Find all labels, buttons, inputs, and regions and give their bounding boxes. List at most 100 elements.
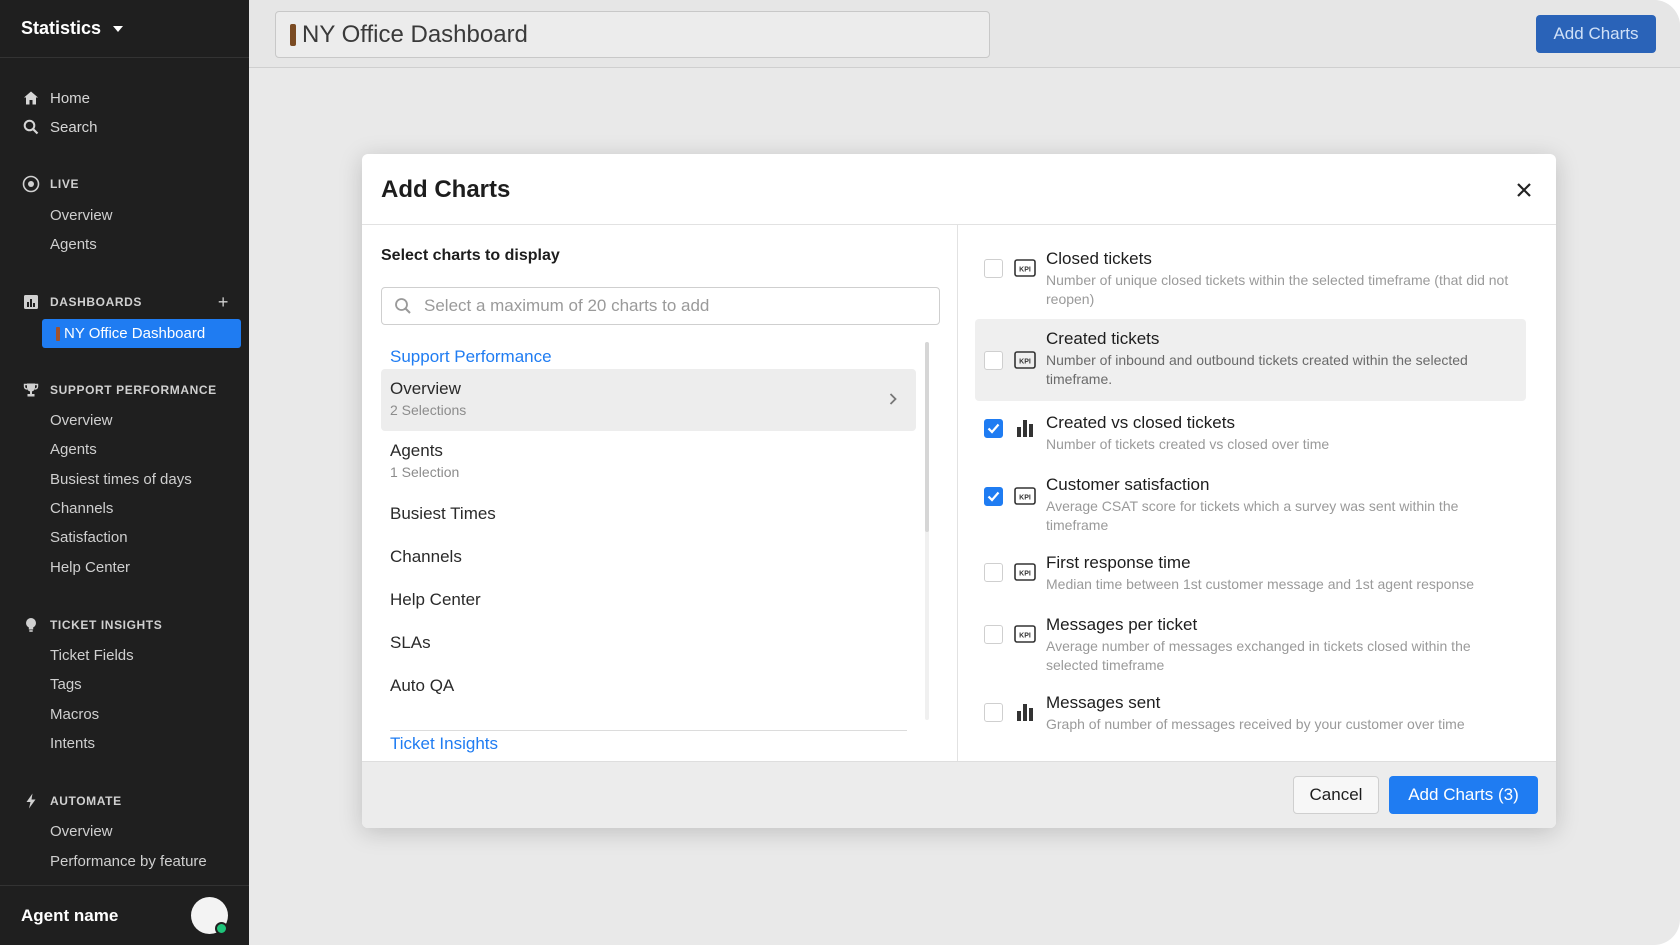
caret-down-icon <box>113 25 124 32</box>
sidebar-item-live-overview[interactable]: Overview <box>50 206 113 226</box>
cancel-button[interactable]: Cancel <box>1293 776 1379 814</box>
sidebar-item-au-overview[interactable]: Overview <box>50 822 113 842</box>
sidebar-item-au-performance-by-feature[interactable]: Performance by feature <box>50 852 207 872</box>
search-icon <box>22 118 40 136</box>
chart-description: Number of tickets created vs closed over… <box>1046 436 1330 452</box>
section-automate[interactable]: AUTOMATE <box>22 792 229 810</box>
chart-search-field[interactable] <box>381 287 940 325</box>
category-overview-selections: 2 Selections <box>390 402 467 418</box>
scrollbar-thumb[interactable] <box>925 342 929 532</box>
svg-text:KPI: KPI <box>1019 359 1031 366</box>
chart-search-input[interactable] <box>424 296 924 316</box>
svg-text:KPI: KPI <box>1019 571 1031 578</box>
lightning-icon <box>22 792 40 810</box>
checkbox-messages-sent[interactable] <box>984 703 1003 722</box>
add-charts-confirm-button[interactable]: Add Charts (3) <box>1389 776 1538 814</box>
sidebar-item-ti-macros[interactable]: Macros <box>50 705 99 725</box>
person-emoji-icon <box>56 326 60 341</box>
section-ticket-insights[interactable]: TICKET INSIGHTS <box>22 616 229 634</box>
sidebar-item-sp-overview[interactable]: Overview <box>50 411 113 431</box>
add-dashboard-plus-icon[interactable]: + <box>218 292 229 313</box>
section-support-performance-label: SUPPORT PERFORMANCE <box>50 383 217 397</box>
category-agents[interactable]: Agents 1 Selection <box>381 441 916 491</box>
category-overview-label: Overview <box>390 379 461 398</box>
bar-chart-icon <box>1014 703 1036 721</box>
sidebar-header[interactable]: Statistics <box>0 0 249 58</box>
checkbox-first-response-time[interactable] <box>984 563 1003 582</box>
live-icon <box>22 175 40 193</box>
chart-description: Median time between 1st customer message… <box>1046 576 1475 592</box>
category-auto-qa[interactable]: Auto QA <box>381 676 916 696</box>
chart-title: Messages sent <box>1046 693 1161 712</box>
sidebar-item-sp-help-center[interactable]: Help Center <box>50 558 130 578</box>
section-live[interactable]: LIVE <box>22 175 229 193</box>
section-dashboards[interactable]: DASHBOARDS + <box>22 292 229 313</box>
sidebar-item-ti-tags[interactable]: Tags <box>50 675 82 695</box>
chart-row-messages-per-ticket[interactable]: KPI Messages per ticket Average number o… <box>975 611 1526 675</box>
add-charts-button[interactable]: Add Charts <box>1536 15 1656 53</box>
agent-name: Agent name <box>21 905 119 925</box>
sidebar-item-sp-channels[interactable]: Channels <box>50 499 113 519</box>
sidebar-footer[interactable]: Agent name <box>0 885 249 945</box>
home-icon <box>22 89 40 107</box>
app-window: Statistics Home Search LIVE Overview Age… <box>0 0 1680 945</box>
checkbox-closed-tickets[interactable] <box>984 259 1003 278</box>
sidebar-item-sp-busiest-times[interactable]: Busiest times of days <box>50 470 192 490</box>
close-icon[interactable] <box>1512 178 1536 202</box>
dashboard-icon <box>22 293 40 311</box>
section-ticket-insights-label: TICKET INSIGHTS <box>50 618 163 632</box>
sidebar-item-ny-office-dashboard[interactable]: NY Office Dashboard <box>42 319 241 348</box>
kpi-icon: KPI <box>1014 487 1036 505</box>
chart-title: Messages per ticket <box>1046 615 1198 634</box>
category-agents-selections: 1 Selection <box>390 464 460 480</box>
checkbox-created-tickets[interactable] <box>984 351 1003 370</box>
sidebar-item-sp-satisfaction[interactable]: Satisfaction <box>50 528 128 548</box>
chart-description: Number of inbound and outbound tickets c… <box>1046 352 1468 387</box>
sidebar-item-sp-agents[interactable]: Agents <box>50 440 97 460</box>
checkmark-icon <box>987 491 1000 502</box>
chart-title: Created tickets <box>1046 329 1160 348</box>
sidebar-title: Statistics <box>21 18 102 38</box>
category-overview[interactable]: Overview 2 Selections <box>381 369 916 431</box>
nav-search[interactable]: Search <box>22 117 98 137</box>
sidebar-item-ti-intents[interactable]: Intents <box>50 734 95 754</box>
section-automate-label: AUTOMATE <box>50 794 122 808</box>
modal-header: Add Charts <box>362 154 1556 225</box>
category-help-center[interactable]: Help Center <box>381 590 916 610</box>
checkbox-customer-satisfaction[interactable] <box>984 487 1003 506</box>
lightbulb-icon <box>22 616 40 634</box>
category-busiest-times[interactable]: Busiest Times <box>381 504 916 524</box>
dashboard-title-input[interactable]: NY Office Dashboard <box>275 11 990 58</box>
chart-category-panel: Select charts to display Support Perform… <box>362 225 958 761</box>
group-support-performance[interactable]: Support Performance <box>390 347 552 367</box>
category-agents-label: Agents <box>390 441 443 460</box>
category-slas[interactable]: SLAs <box>381 633 916 653</box>
sidebar-item-dashboard-label: NY Office Dashboard <box>64 325 206 342</box>
online-status-icon <box>215 922 228 935</box>
divider <box>390 730 907 731</box>
section-support-performance[interactable]: SUPPORT PERFORMANCE <box>22 381 229 399</box>
chart-row-created-vs-closed[interactable]: Created vs closed tickets Number of tick… <box>975 409 1526 459</box>
trophy-icon <box>22 381 40 399</box>
sidebar-item-live-agents[interactable]: Agents <box>50 235 97 255</box>
nav-search-label: Search <box>50 118 98 136</box>
chart-row-created-tickets[interactable]: KPI Created tickets Number of inbound an… <box>975 319 1526 401</box>
category-channels[interactable]: Channels <box>381 547 916 567</box>
nav-home[interactable]: Home <box>22 88 90 108</box>
svg-text:KPI: KPI <box>1019 495 1031 502</box>
sidebar-item-ti-ticket-fields[interactable]: Ticket Fields <box>50 646 134 666</box>
chart-description: Graph of number of messages received by … <box>1046 716 1465 732</box>
svg-text:KPI: KPI <box>1019 267 1031 274</box>
chart-title: Created vs closed tickets <box>1046 413 1235 432</box>
chart-row-customer-satisfaction[interactable]: KPI Customer satisfaction Average CSAT s… <box>975 471 1526 535</box>
chart-title: Closed tickets <box>1046 249 1152 268</box>
bar-chart-icon <box>1014 419 1036 437</box>
chart-row-closed-tickets[interactable]: KPI Closed tickets Number of unique clos… <box>975 245 1526 309</box>
checkbox-created-vs-closed[interactable] <box>984 419 1003 438</box>
kpi-icon: KPI <box>1014 563 1036 581</box>
group-ticket-insights[interactable]: Ticket Insights <box>390 734 498 754</box>
checkbox-messages-per-ticket[interactable] <box>984 625 1003 644</box>
chart-title: Customer satisfaction <box>1046 475 1210 494</box>
chart-row-first-response-time[interactable]: KPI First response time Median time betw… <box>975 549 1526 599</box>
chart-row-messages-sent[interactable]: Messages sent Graph of number of message… <box>975 689 1526 739</box>
